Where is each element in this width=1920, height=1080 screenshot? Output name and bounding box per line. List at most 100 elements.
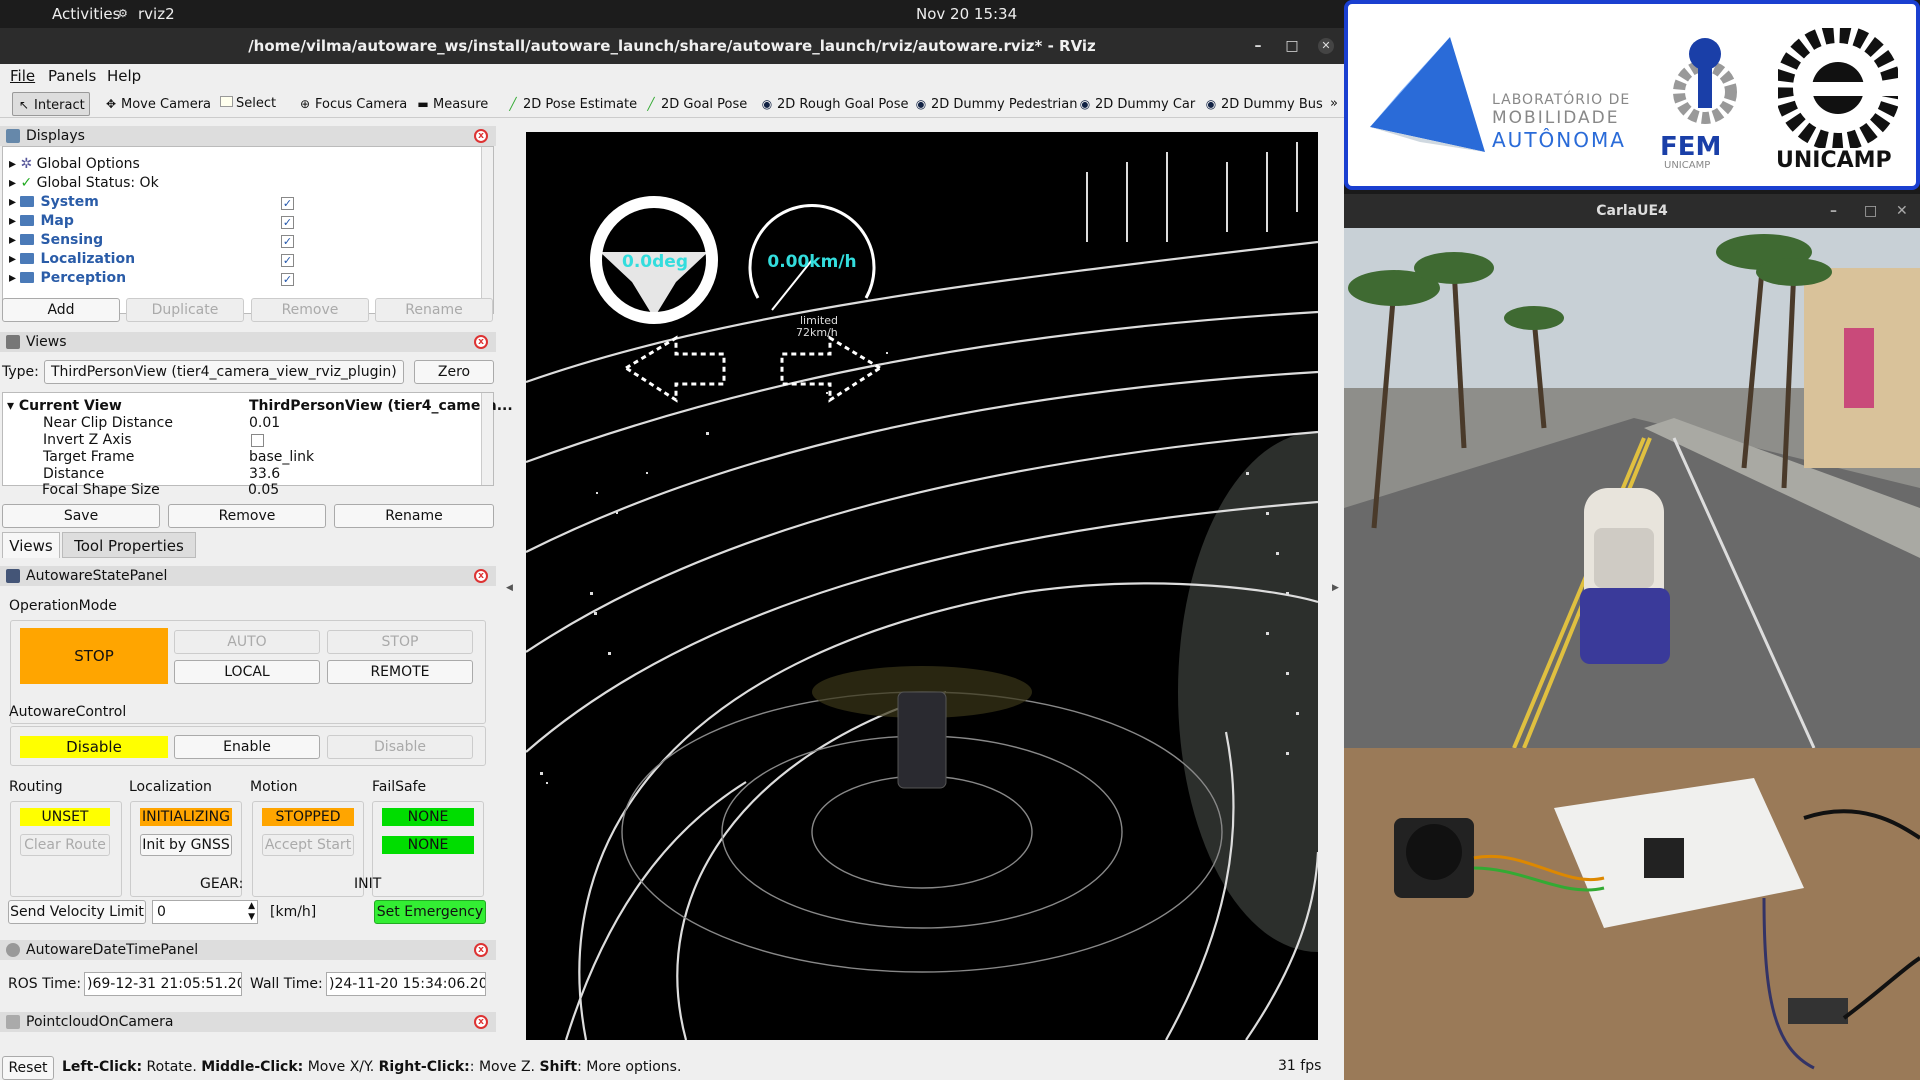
tree-item-perception[interactable]: ▸ Perception	[9, 269, 126, 288]
send-velocity-limit-button[interactable]: Send Velocity Limit	[8, 900, 146, 924]
tool-goal-pose[interactable]: ╱ 2D Goal Pose	[640, 92, 751, 116]
close-panel-icon[interactable]: x	[474, 569, 488, 583]
displays-tree: ▸ ✲ Global Options ▸ ✓ Global Status: Ok…	[2, 146, 494, 314]
steering-angle: 0.0deg	[622, 252, 688, 272]
perception-checkbox[interactable]: ✓	[281, 273, 294, 286]
minimize-icon[interactable]: –	[1250, 38, 1266, 54]
panel-icon	[6, 1015, 20, 1029]
displays-scrollbar[interactable]	[481, 147, 493, 313]
activities-button[interactable]: Activities	[52, 5, 120, 23]
duplicate-display-button[interactable]: Duplicate	[126, 298, 244, 322]
tree-item-global-status[interactable]: ▸ ✓ Global Status: Ok	[9, 174, 159, 193]
carla-simulation-view[interactable]	[1344, 228, 1920, 748]
tree-item-map[interactable]: ▸ Map	[9, 212, 74, 231]
local-button[interactable]: LOCAL	[174, 660, 320, 684]
init-by-gnss-button[interactable]: Init by GNSS	[140, 834, 232, 856]
tool-dummy-pedestrian[interactable]: ◉ 2D Dummy Pedestrian	[910, 92, 1081, 116]
remote-button[interactable]: REMOTE	[327, 660, 473, 684]
autoware-icon: ◉	[761, 97, 773, 111]
maximize-icon[interactable]: □	[1864, 194, 1877, 228]
tree-item-system[interactable]: ▸ System	[9, 193, 99, 212]
accept-start-button[interactable]: Accept Start	[262, 834, 354, 856]
toolbar-overflow[interactable]: »	[1326, 92, 1342, 116]
rename-view-button[interactable]: Rename	[334, 504, 494, 528]
disable-button[interactable]: Disable	[327, 735, 473, 759]
autoware-icon	[6, 569, 20, 583]
localization-label: Localization	[129, 779, 212, 795]
invert-z-checkbox[interactable]	[251, 434, 264, 447]
tool-select-label: Select	[236, 96, 277, 111]
menu-file[interactable]: File	[10, 67, 35, 85]
view-props-scrollbar[interactable]	[481, 393, 493, 485]
menu-panels[interactable]: Panels	[48, 67, 96, 85]
ground-shade	[1178, 432, 1318, 952]
collapse-left-icon[interactable]: ◀	[506, 583, 513, 593]
close-panel-icon[interactable]: x	[474, 1015, 488, 1029]
tool-measure[interactable]: ▬ Measure	[412, 92, 492, 116]
close-panel-icon[interactable]: x	[474, 335, 488, 349]
minimize-icon[interactable]: –	[1830, 194, 1837, 228]
3d-viewport[interactable]: 0.0deg 0.00km/h limited 72km/h	[526, 132, 1318, 1040]
autoware-icon: ◉	[1079, 97, 1091, 111]
ros-time-field[interactable]: )69-12-31 21:05:51.201	[84, 972, 242, 996]
clock[interactable]: Nov 20 15:34	[916, 5, 1017, 23]
reset-button[interactable]: Reset	[2, 1056, 54, 1080]
tab-views[interactable]: Views	[2, 532, 60, 558]
failsafe-status-1: NONE	[382, 808, 474, 826]
velocity-limit-input[interactable]: 0 ▲ ▼	[152, 900, 258, 924]
enable-button[interactable]: Enable	[174, 735, 320, 759]
tool-select[interactable]: Select	[216, 92, 280, 116]
maximize-icon[interactable]: □	[1284, 38, 1300, 54]
camera-icon	[6, 335, 20, 349]
zero-button[interactable]: Zero	[414, 360, 494, 384]
view-type-select[interactable]: ThirdPersonView (tier4_camera_view_rviz_…	[44, 360, 404, 384]
sensing-checkbox[interactable]: ✓	[281, 235, 294, 248]
close-icon[interactable]: ✕	[1896, 194, 1908, 228]
save-view-button[interactable]: Save	[2, 504, 160, 528]
collapse-right-icon[interactable]: ▶	[1332, 583, 1339, 593]
tool-pose-estimate[interactable]: ╱ 2D Pose Estimate	[502, 92, 641, 116]
tool-interact[interactable]: ↖ Interact	[12, 92, 90, 116]
prop-value[interactable]: 0.05	[248, 481, 279, 500]
green-arrow-icon: ╱	[509, 97, 517, 111]
tool-dummy-car[interactable]: ◉ 2D Dummy Car	[1074, 92, 1199, 116]
tool-rough-goal[interactable]: ◉ 2D Rough Goal Pose	[756, 92, 913, 116]
map-checkbox[interactable]: ✓	[281, 216, 294, 229]
wall-time-field[interactable]: )24-11-20 15:34:06.205	[326, 972, 486, 996]
stop-button[interactable]: STOP	[327, 630, 473, 654]
help-text: : Move Z.	[469, 1059, 540, 1075]
help-key: Left-Click:	[62, 1059, 143, 1075]
tree-item-localization[interactable]: ▸ Localization	[9, 250, 135, 269]
menu-help[interactable]: Help	[107, 67, 141, 85]
tool-focus-camera[interactable]: ⊕ Focus Camera	[294, 92, 411, 116]
system-checkbox[interactable]: ✓	[281, 197, 294, 210]
clock-icon	[6, 943, 20, 957]
close-icon[interactable]: ✕	[1318, 38, 1334, 54]
tree-item-sensing[interactable]: ▸ Sensing	[9, 231, 103, 250]
gear-icon: ✲	[20, 156, 33, 172]
unicamp-text: UNICAMP	[1776, 148, 1892, 173]
tree-item-global-options[interactable]: ▸ ✲ Global Options	[9, 155, 140, 174]
tool-dummy-bus[interactable]: ◉ 2D Dummy Bus	[1200, 92, 1327, 116]
add-display-button[interactable]: Add	[2, 298, 120, 322]
set-emergency-button[interactable]: Set Emergency	[374, 900, 486, 924]
clear-route-button[interactable]: Clear Route	[20, 834, 110, 856]
vehicle-speed: 0.00km/h	[767, 252, 857, 272]
close-panel-icon[interactable]: x	[474, 129, 488, 143]
app-name[interactable]: rviz2	[138, 5, 175, 23]
tool-move-camera[interactable]: ✥ Move Camera	[100, 92, 215, 116]
remove-view-button[interactable]: Remove	[168, 504, 326, 528]
prop-value[interactable]: 0.01	[249, 414, 280, 433]
current-view-value: ThirdPersonView (tier4_camera...	[249, 398, 513, 414]
remove-display-button[interactable]: Remove	[251, 298, 369, 322]
help-text: : More options.	[577, 1059, 682, 1075]
tree-item-label: Sensing	[40, 232, 104, 248]
localization-checkbox[interactable]: ✓	[281, 254, 294, 267]
menubar: File Panels Help	[0, 64, 1344, 88]
monitor-icon	[6, 129, 20, 143]
rename-display-button[interactable]: Rename	[375, 298, 493, 322]
close-panel-icon[interactable]: x	[474, 943, 488, 957]
auto-button[interactable]: AUTO	[174, 630, 320, 654]
spinbox-arrows-icon[interactable]: ▲ ▼	[248, 901, 255, 923]
tab-tool-properties[interactable]: Tool Properties	[62, 532, 196, 558]
